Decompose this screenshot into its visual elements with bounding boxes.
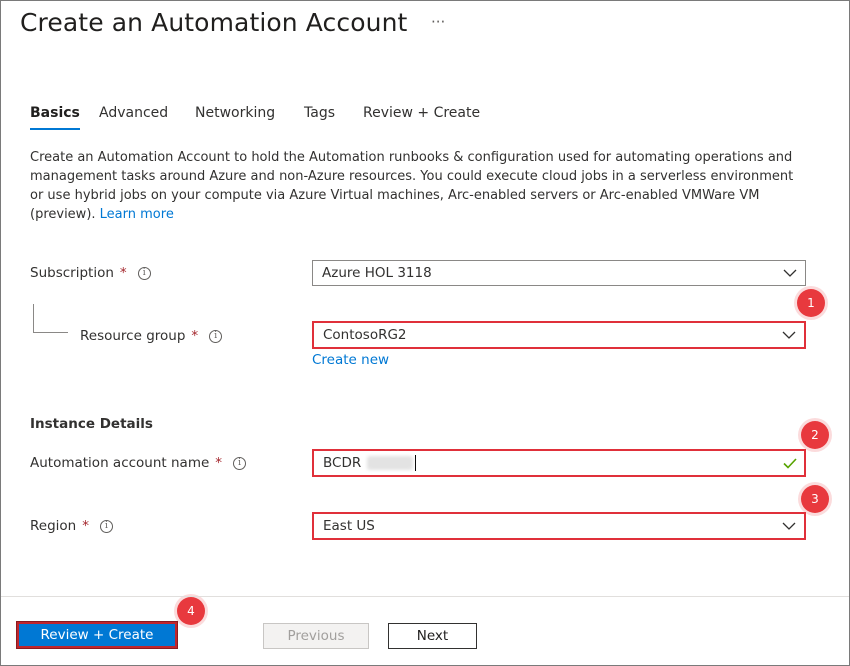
previous-button[interactable]: Previous (263, 623, 369, 649)
region-label: Region * i (30, 518, 113, 534)
tab-networking[interactable]: Networking (195, 105, 275, 129)
account-name-input[interactable]: BCDR (312, 449, 806, 477)
subscription-label: Subscription * i (30, 265, 151, 281)
redacted-text (367, 456, 414, 470)
callout-badge-2: 2 (801, 421, 829, 449)
subscription-label-text: Subscription (30, 265, 114, 281)
region-value: East US (323, 518, 375, 534)
required-marker: * (82, 518, 89, 534)
required-marker: * (119, 265, 127, 281)
checkmark-icon (783, 458, 797, 469)
info-icon[interactable]: i (233, 456, 247, 470)
chevron-down-icon (783, 269, 797, 277)
account-name-value: BCDR (323, 455, 362, 471)
chevron-down-icon (782, 331, 796, 339)
resource-group-value: ContosoRG2 (323, 327, 407, 343)
more-icon[interactable]: ··· (431, 13, 445, 31)
region-select[interactable]: East US (312, 512, 806, 540)
next-button[interactable]: Next (388, 623, 477, 649)
tree-connector (33, 304, 68, 333)
resource-group-select[interactable]: ContosoRG2 (312, 321, 806, 349)
text-cursor (415, 455, 417, 471)
create-new-link[interactable]: Create new (312, 352, 389, 368)
callout-badge-1: 1 (797, 289, 825, 317)
learn-more-link[interactable]: Learn more (100, 207, 174, 222)
region-label-text: Region (30, 518, 77, 534)
account-name-label-text: Automation account name (30, 455, 210, 471)
tab-basics[interactable]: Basics (30, 105, 80, 130)
review-create-button[interactable]: Review + Create (16, 621, 178, 649)
account-name-label: Automation account name * i (30, 455, 247, 471)
info-icon[interactable]: i (137, 266, 151, 280)
page-title: Create an Automation Account (20, 8, 408, 37)
info-icon[interactable]: i (209, 329, 223, 343)
description: Create an Automation Account to hold the… (30, 148, 810, 224)
info-icon[interactable]: i (99, 519, 113, 533)
subscription-value: Azure HOL 3118 (322, 265, 432, 281)
resource-group-label: Resource group * i (80, 328, 223, 344)
resource-group-label-text: Resource group (80, 328, 186, 344)
subscription-select[interactable]: Azure HOL 3118 (312, 260, 806, 286)
tab-review-create[interactable]: Review + Create (363, 105, 480, 129)
callout-badge-4: 4 (177, 597, 205, 625)
footer-divider (1, 596, 849, 597)
required-marker: * (215, 455, 223, 471)
tab-tags[interactable]: Tags (304, 105, 335, 129)
instance-details-heading: Instance Details (30, 416, 153, 432)
chevron-down-icon (782, 522, 796, 530)
required-marker: * (191, 328, 199, 344)
tab-advanced[interactable]: Advanced (99, 105, 168, 129)
callout-badge-3: 3 (801, 485, 829, 513)
